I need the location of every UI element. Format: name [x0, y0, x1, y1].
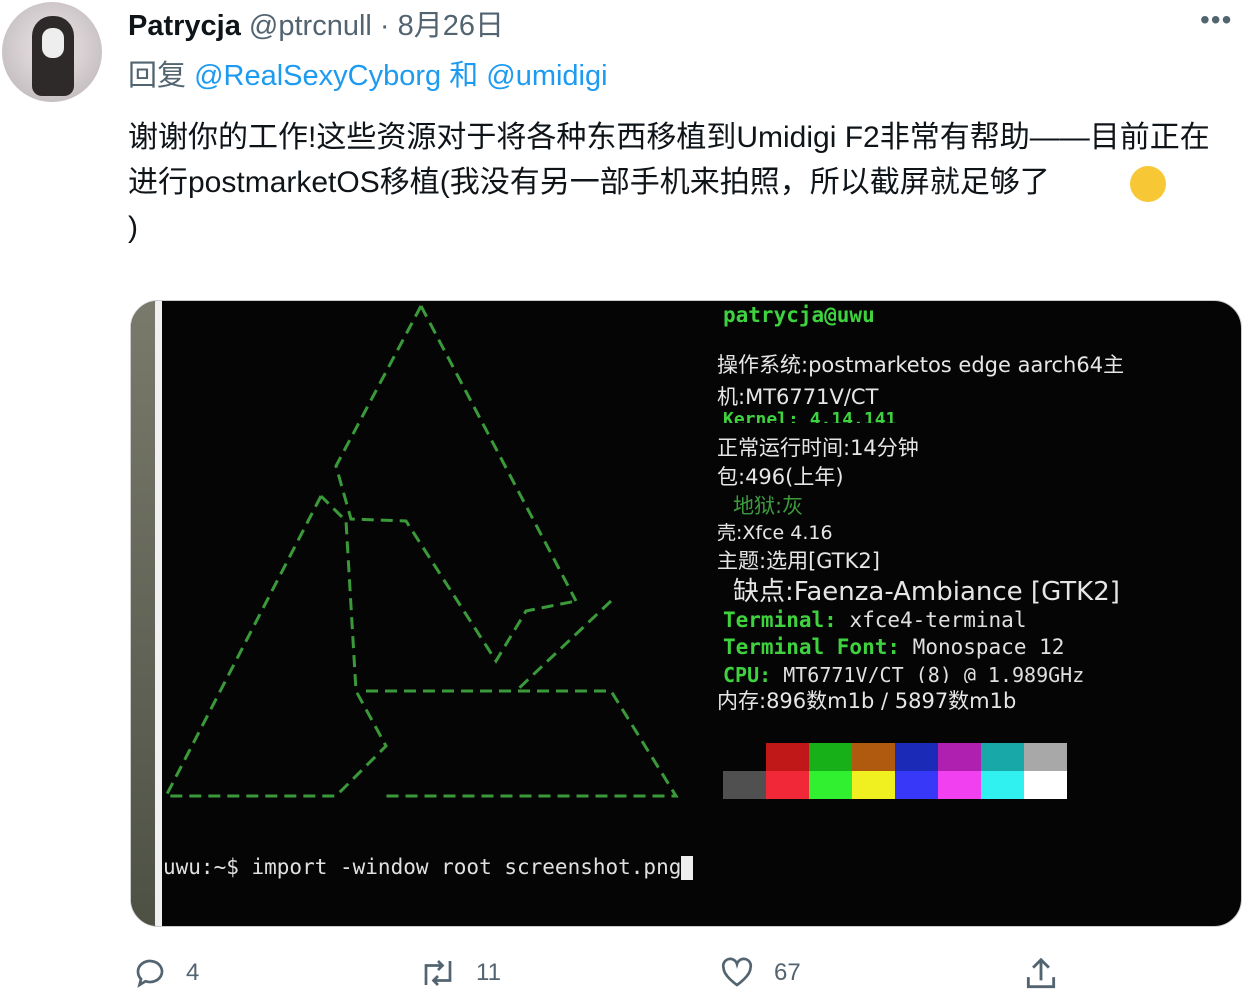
info-terminal: Terminal: xfce4-terminal [723, 608, 1027, 632]
info-uptime: 正常运行时间:14分钟 [717, 436, 919, 460]
logo-line [419, 305, 578, 602]
info-kernel: Kernel: 4.14.141 [723, 409, 897, 423]
tweet-text: 谢谢你的工作!这些资源对于将各种东西移植到Umidigi F2非常有帮助——目前… [128, 115, 1228, 250]
terminal-cursor [681, 856, 694, 880]
info-os: 操作系统:postmarketos edge aarch64主 [717, 353, 1125, 377]
terminal-label: Terminal [723, 608, 825, 632]
info-font: Terminal Font: Monospace 12 [723, 635, 1065, 659]
reply-prefix: 回复 [128, 60, 187, 92]
palette-swatch [1024, 771, 1067, 799]
sweat-smile-emoji [1129, 166, 1166, 203]
palette-swatch [766, 743, 809, 771]
color-palette [723, 743, 1067, 799]
palette-swatch [852, 771, 895, 799]
font-label: Terminal Font [723, 635, 888, 659]
tweet-image[interactable]: patrycja@uwu 操作系统:postmarketos edge aarc… [130, 300, 1242, 927]
like-button[interactable]: 67 [718, 955, 801, 991]
retweet-icon [424, 960, 452, 986]
info-de: 壳:Xfce 4.16 [717, 522, 833, 544]
mention-link[interactable]: @RealSexyCyborg [194, 60, 441, 92]
info-cpu: CPU: MT6771V/CT (8) @ 1.989GHz [723, 663, 1084, 683]
tweet-date[interactable]: 8月26日 [398, 10, 504, 42]
info-shell-hell: 地狱:灰 [733, 494, 804, 518]
reply-button[interactable]: 4 [132, 955, 199, 991]
logo-line [366, 689, 679, 798]
handle[interactable]: @ptrcnull [249, 10, 372, 42]
palette-swatch [938, 743, 981, 771]
terminal-value: xfce4-terminal [849, 608, 1027, 632]
palette-swatch [981, 771, 1024, 799]
like-count: 67 [774, 959, 801, 986]
avatar[interactable] [2, 2, 102, 102]
tweet-body-end: ) [128, 211, 138, 244]
heart-icon [721, 957, 753, 987]
logo-line [334, 305, 577, 664]
reply-context: 回复 @RealSexyCyborg 和 @umidigi [128, 52, 608, 94]
more-horizontal-icon[interactable]: ••• [1200, 4, 1232, 36]
palette-swatch [938, 771, 981, 799]
reply-icon [136, 959, 164, 988]
prompt-text: uwu:~$ import -window root screenshot.pn… [163, 855, 682, 879]
display-name[interactable]: Patrycja [128, 10, 241, 42]
palette-swatch [895, 771, 938, 799]
separator: · [379, 10, 390, 42]
retweet-button[interactable]: 11 [418, 955, 501, 991]
avatar-face [42, 28, 64, 58]
info-icons: 缺点:Faenza-Ambiance [GTK2] [733, 577, 1120, 607]
reply-count: 4 [186, 959, 200, 986]
palette-swatch [852, 743, 895, 771]
font-value: Monospace 12 [912, 635, 1065, 659]
retweet-count: 11 [476, 959, 501, 986]
palette-swatch [809, 771, 852, 799]
share-button[interactable] [1022, 955, 1060, 993]
user-host: patrycja@uwu [723, 303, 875, 327]
postmarketos-ascii-logo [163, 305, 679, 798]
share-icon [1026, 957, 1056, 989]
cpu-label: CPU [723, 663, 760, 683]
info-host: 机:MT6771V/CT [717, 385, 879, 409]
mention-link[interactable]: @umidigi [486, 60, 607, 92]
info-packages: 包:496(上年) [717, 465, 844, 489]
palette-swatch [723, 743, 766, 771]
palette-swatch [723, 771, 766, 799]
logo-line [514, 599, 613, 693]
reply-and: 和 [449, 60, 479, 92]
cpu-value: MT6771V/CT (8) @ 1.989GHz [783, 663, 1085, 683]
command-prompt: uwu:~$ import -window root screenshot.pn… [163, 855, 694, 880]
palette-swatch [809, 743, 852, 771]
palette-swatch [1024, 743, 1067, 771]
palette-swatch [895, 743, 938, 771]
palette-swatch [981, 743, 1024, 771]
palette-swatch [766, 771, 809, 799]
tweet-header: Patrycja @ptrcnull · 8月26日 [128, 2, 504, 44]
logo-line [163, 494, 388, 798]
tweet-body: 谢谢你的工作!这些资源对于将各种东西移植到Umidigi F2非常有帮助——目前… [128, 121, 1210, 199]
info-memory: 内存:896数m1b / 5897数m1b [717, 689, 1017, 713]
